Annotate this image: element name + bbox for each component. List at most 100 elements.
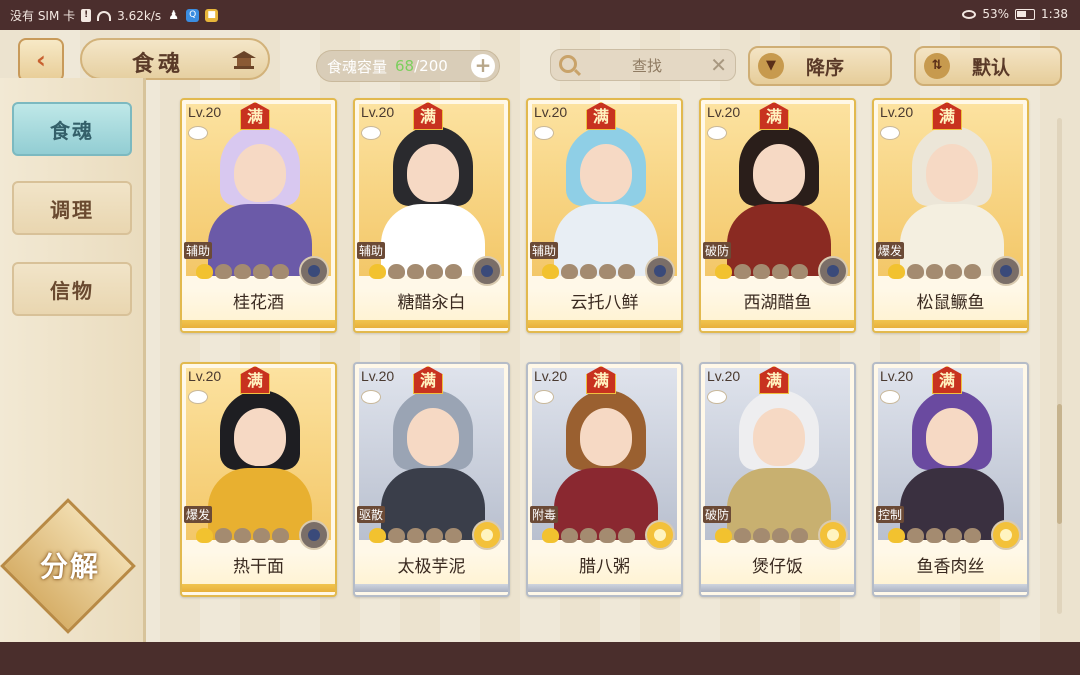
element-icon (818, 256, 848, 286)
level-label: Lv.20 (880, 368, 914, 384)
food-soul-card[interactable]: Lv.20 满附毒 腊八粥 (526, 362, 683, 597)
portrait-face (407, 408, 459, 466)
swap-icon: ⇅ (924, 53, 950, 79)
role-tag: 辅助 (184, 242, 213, 259)
star-icon (388, 528, 405, 543)
element-icon (991, 520, 1021, 550)
food-soul-card[interactable]: Lv.20 满爆发 松鼠鳜鱼 (872, 98, 1029, 333)
star-icon (215, 528, 232, 543)
search-icon (559, 55, 577, 73)
element-icon (299, 520, 329, 550)
chef-hat-icon (188, 390, 208, 404)
star-icon (407, 528, 424, 543)
level-label: Lv.20 (534, 104, 568, 120)
star-icon (253, 264, 270, 279)
star-icon (791, 528, 808, 543)
level-label: Lv.20 (707, 104, 741, 120)
chevron-down-icon: ▼ (758, 53, 784, 79)
portrait-face (753, 408, 805, 466)
star-icon (618, 264, 635, 279)
portrait-face (234, 408, 286, 466)
star-icon (196, 264, 213, 279)
clear-icon[interactable]: ✕ (710, 53, 727, 77)
sidebar-item-food-souls[interactable]: 食魂 (12, 102, 132, 156)
chef-hat-icon (361, 126, 381, 140)
star-icon (426, 264, 443, 279)
star-icon (715, 528, 732, 543)
chef-hat-icon (707, 126, 727, 140)
element-icon (472, 520, 502, 550)
back-button[interactable]: ‹ (18, 38, 64, 82)
search-box: ✕ (550, 49, 736, 81)
star-icon (234, 264, 251, 279)
back-arrow-icon: ‹ (36, 46, 46, 74)
chef-hat-icon (707, 390, 727, 404)
food-soul-name: 煲仔饭 (701, 552, 854, 592)
food-soul-card[interactable]: Lv.20 满驱散 太极芋泥 (353, 362, 510, 597)
role-tag: 辅助 (357, 242, 386, 259)
food-soul-card[interactable]: Lv.20 满控制 鱼香肉丝 (872, 362, 1029, 597)
star-icon (272, 528, 289, 543)
star-icon (542, 264, 559, 279)
food-soul-name: 鱼香肉丝 (874, 552, 1027, 592)
food-soul-card[interactable]: Lv.20 满辅助 云托八鲜 (526, 98, 683, 333)
food-soul-name: 云托八鲜 (528, 288, 681, 328)
star-rating (196, 528, 289, 543)
food-soul-card[interactable]: Lv.20 满破防 西湖醋鱼 (699, 98, 856, 333)
portrait-face (580, 408, 632, 466)
star-icon (926, 528, 943, 543)
sort-order-button[interactable]: ▼ 降序 (748, 46, 892, 86)
sidebar-item-tokens[interactable]: 信物 (12, 262, 132, 316)
game-screen: ‹ 食魂 食魂容量 68 /200 + ✕ ▼ 降序 ⇅ 默认 食魂 调理 (0, 30, 1080, 642)
star-rating (715, 264, 808, 279)
battery-icon (1015, 8, 1036, 20)
food-soul-grid: Lv.20 满辅助 桂花酒 Lv.20 满辅助 糖醋汆白 Lv.20 满辅助 云托八鲜 Lv.20… (180, 98, 1050, 598)
star-icon (926, 264, 943, 279)
wifi-icon (97, 10, 112, 21)
star-icon (407, 264, 424, 279)
portrait-face (926, 408, 978, 466)
star-icon (426, 528, 443, 543)
food-soul-card[interactable]: Lv.20 满辅助 糖醋汆白 (353, 98, 510, 333)
food-soul-card[interactable]: Lv.20 满破防 煲仔饭 (699, 362, 856, 597)
scrollbar[interactable] (1057, 118, 1062, 614)
food-soul-name: 热干面 (182, 552, 335, 592)
search-input[interactable] (587, 54, 707, 78)
network-speed: 3.62k/s (117, 8, 162, 23)
food-soul-name: 西湖醋鱼 (701, 288, 854, 328)
level-label: Lv.20 (880, 104, 914, 120)
battery-percent: 53% (982, 7, 1010, 21)
star-icon (542, 528, 559, 543)
role-tag: 破防 (703, 506, 732, 523)
sort-mode-button[interactable]: ⇅ 默认 (914, 46, 1062, 86)
star-icon (753, 264, 770, 279)
food-soul-card[interactable]: Lv.20 满辅助 桂花酒 (180, 98, 337, 333)
role-tag: 控制 (876, 506, 905, 523)
star-icon (272, 264, 289, 279)
qq-icon: ♟ (168, 8, 179, 22)
page-title: 食魂 (132, 51, 185, 77)
food-soul-card[interactable]: Lv.20 满爆发 热干面 (180, 362, 337, 597)
star-icon (907, 528, 924, 543)
star-icon (888, 264, 905, 279)
star-icon (907, 264, 924, 279)
star-icon (753, 528, 770, 543)
food-soul-name: 桂花酒 (182, 288, 335, 328)
star-icon (791, 264, 808, 279)
chef-hat-icon (361, 390, 381, 404)
sort-mode-label: 默认 (972, 56, 1011, 79)
star-icon (945, 528, 962, 543)
food-soul-name: 松鼠鳜鱼 (874, 288, 1027, 328)
star-icon (561, 264, 578, 279)
star-icon (445, 528, 462, 543)
star-icon (734, 528, 751, 543)
role-tag: 破防 (703, 242, 732, 259)
add-capacity-button[interactable]: + (471, 54, 495, 78)
sidebar-item-cooking[interactable]: 调理 (12, 181, 132, 235)
star-icon (599, 528, 616, 543)
capacity-count: 68 (395, 57, 415, 75)
scrollbar-thumb[interactable] (1057, 404, 1062, 524)
chef-hat-icon (188, 126, 208, 140)
pagoda-icon (232, 51, 256, 69)
star-icon (369, 264, 386, 279)
